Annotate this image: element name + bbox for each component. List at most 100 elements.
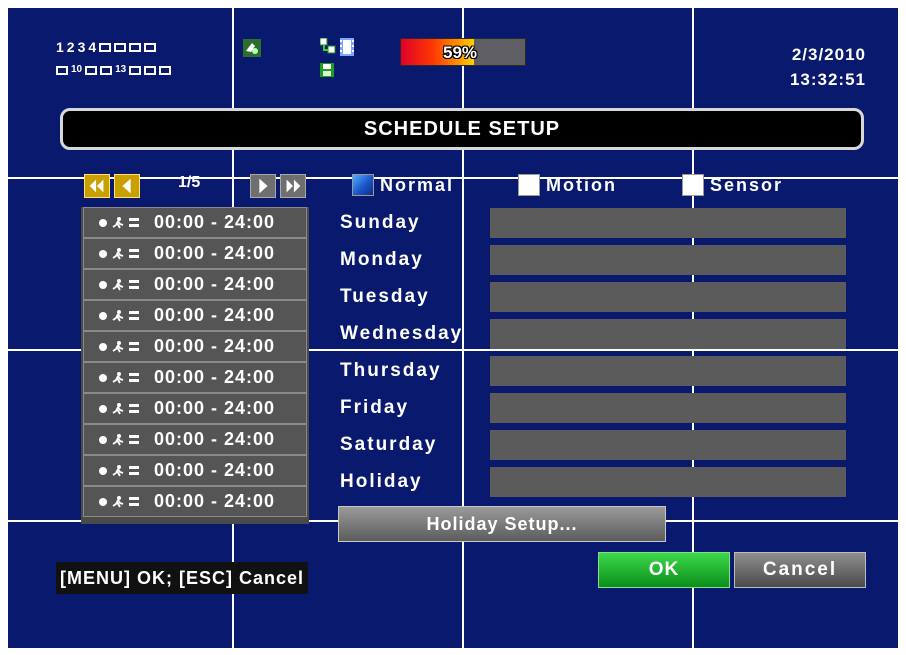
holiday-setup-button[interactable]: Holiday Setup... [338, 506, 666, 542]
time-range: 00:00 - 24:00 [154, 274, 276, 294]
day-label-friday: Friday [340, 397, 410, 418]
network-icon [320, 38, 336, 54]
playback-film-icon [340, 38, 354, 56]
record-dot-icon [99, 311, 107, 320]
time-slot-row[interactable]: 00:00 - 24:00 [83, 331, 307, 362]
channel-box-icon [114, 42, 127, 52]
prev-page-button[interactable] [114, 174, 140, 198]
first-page-button[interactable] [84, 174, 110, 198]
sensor-bars-icon [129, 280, 139, 289]
time-range: 00:00 - 24:00 [154, 243, 276, 263]
day-label-thursday: Thursday [340, 360, 442, 381]
sensor-bars-icon [129, 311, 139, 320]
time-slot-row[interactable]: 00:00 - 24:00 [83, 207, 307, 238]
record-dot-icon [99, 373, 107, 382]
motion-color-swatch [518, 174, 540, 196]
record-dot-icon [99, 497, 107, 506]
cancel-button[interactable]: Cancel [734, 552, 866, 588]
schedule-bar-sunday[interactable] [490, 208, 846, 238]
time-slot-row[interactable]: 00:00 - 24:00 [83, 269, 307, 300]
time-slot-row[interactable]: 00:00 - 24:00 [83, 424, 307, 455]
day-label-saturday: Saturday [340, 434, 438, 455]
sensor-bars-icon [129, 218, 139, 227]
legend-motion[interactable]: Motion [518, 174, 617, 196]
time-slot-row[interactable]: 00:00 - 24:00 [83, 486, 307, 517]
day-label-tuesday: Tuesday [340, 286, 430, 307]
time-slot-row[interactable]: 00:00 - 24:00 [83, 393, 307, 424]
page-indicator: 1/5 [178, 174, 201, 191]
time-range: 00:00 - 24:00 [154, 460, 276, 480]
recording-camera-icon [243, 39, 261, 57]
time-slot-row[interactable]: 00:00 - 24:00 [83, 455, 307, 486]
schedule-bar-saturday[interactable] [490, 430, 846, 460]
channel-status-row-2: 10 13 [56, 62, 172, 78]
record-dot-icon [99, 218, 107, 227]
ok-button[interactable]: OK [598, 552, 730, 588]
motion-runner-icon [112, 464, 124, 476]
sensor-bars-icon [129, 466, 139, 475]
disk-save-icon [320, 63, 334, 77]
legend-sensor-label: Sensor [710, 174, 784, 195]
channel-10-label: 10 [71, 64, 83, 75]
record-dot-icon [99, 249, 107, 258]
time-range: 00:00 - 24:00 [154, 367, 276, 387]
schedule-bar-holiday[interactable] [490, 467, 846, 497]
schedule-bar-thursday[interactable] [490, 356, 846, 386]
clock: 2/3/2010 13:32:51 [790, 42, 866, 92]
channel-13-label: 13 [115, 64, 127, 75]
channel-box-icon [144, 65, 157, 75]
hdd-usage-text: 59% [443, 43, 478, 62]
record-dot-icon [99, 404, 107, 413]
motion-runner-icon [112, 340, 124, 352]
page-title: SCHEDULE SETUP [60, 108, 864, 150]
day-label-monday: Monday [340, 249, 424, 270]
time-range: 00:00 - 24:00 [154, 491, 276, 511]
current-time: 13:32:51 [789, 70, 866, 89]
legend-normal-label: Normal [380, 174, 455, 195]
schedule-bar-monday[interactable] [490, 245, 846, 275]
time-range: 00:00 - 24:00 [154, 429, 276, 449]
last-page-button[interactable] [280, 174, 306, 198]
sensor-bars-icon [129, 342, 139, 351]
channel-box-icon [100, 65, 113, 75]
channel-box-icon [129, 42, 142, 52]
channel-box-icon [99, 42, 112, 52]
channel-1-label: 1 [56, 39, 64, 55]
time-range: 00:00 - 24:00 [154, 212, 276, 232]
motion-runner-icon [112, 371, 124, 383]
normal-color-swatch [352, 174, 374, 196]
legend-sensor[interactable]: Sensor [682, 174, 783, 196]
schedule-bar-tuesday[interactable] [490, 282, 846, 312]
motion-runner-icon [112, 247, 124, 259]
record-dot-icon [99, 342, 107, 351]
record-dot-icon [99, 280, 107, 289]
next-page-button[interactable] [250, 174, 276, 198]
time-slot-row[interactable]: 00:00 - 24:00 [83, 238, 307, 269]
motion-runner-icon [112, 216, 124, 228]
record-dot-icon [99, 435, 107, 444]
channel-box-icon [159, 65, 172, 75]
time-range: 00:00 - 24:00 [154, 398, 276, 418]
channel-2-label: 2 [66, 39, 75, 55]
motion-runner-icon [112, 433, 124, 445]
key-hint: [MENU] OK; [ESC] Cancel [56, 562, 309, 594]
schedule-bar-wednesday[interactable] [490, 319, 846, 349]
channel-4-label: 4 [88, 39, 97, 55]
time-slot-list: 00:00 - 24:00 00:00 - 24:00 00:00 - 24:0… [81, 207, 309, 524]
motion-runner-icon [112, 309, 124, 321]
legend-normal[interactable]: Normal [352, 174, 454, 196]
time-range: 00:00 - 24:00 [154, 336, 276, 356]
channel-box-icon [56, 65, 68, 75]
motion-runner-icon [112, 402, 124, 414]
schedule-bar-friday[interactable] [490, 393, 846, 423]
channel-box-icon [144, 42, 157, 52]
sensor-bars-icon [129, 497, 139, 506]
record-dot-icon [99, 466, 107, 475]
current-date: 2/3/2010 [791, 45, 866, 64]
hdd-usage-bar: 59% [400, 38, 526, 66]
day-label-sunday: Sunday [340, 212, 421, 233]
time-slot-row[interactable]: 00:00 - 24:00 [83, 300, 307, 331]
sensor-bars-icon [129, 435, 139, 444]
sensor-bars-icon [129, 404, 139, 413]
time-slot-row[interactable]: 00:00 - 24:00 [83, 362, 307, 393]
